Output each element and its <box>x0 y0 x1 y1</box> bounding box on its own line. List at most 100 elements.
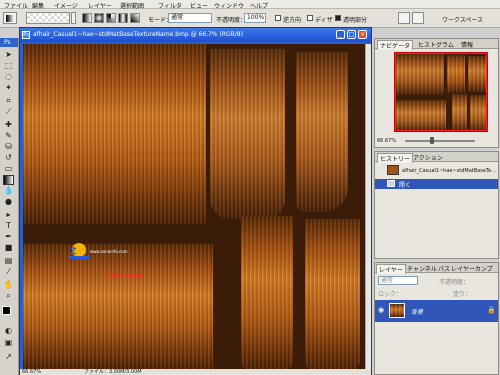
reflected-gradient-icon[interactable] <box>118 13 128 23</box>
transparency-label: 透明部分 <box>343 17 368 24</box>
zoom-tool-icon[interactable]: ⌕ <box>3 291 14 301</box>
dither-label: ディザ <box>315 17 333 24</box>
opacity-field[interactable]: 100% <box>244 13 266 23</box>
tool-preset-icon[interactable] <box>412 12 424 24</box>
linear-gradient-icon[interactable] <box>82 13 92 23</box>
shape-tool-icon[interactable]: ■ <box>3 243 14 253</box>
reverse-label: 逆方向 <box>283 17 302 24</box>
diamond-gradient-icon[interactable] <box>130 13 140 23</box>
layer-name: 背景 <box>411 309 424 316</box>
tab-channels[interactable]: チャンネル <box>405 264 439 273</box>
eye-icon[interactable]: ◉ <box>378 306 384 314</box>
gradient-tool-icon[interactable] <box>3 175 14 185</box>
layer-row-background[interactable]: ◉ 背景 🔒 <box>375 300 498 322</box>
zoone-logo: Z <box>69 243 89 259</box>
fill-label: 塗り： <box>453 291 472 298</box>
tab-history[interactable]: ヒストリー <box>377 153 414 163</box>
history-step-label: 開く <box>399 182 412 189</box>
hair-texture-bottom-mid <box>241 216 293 371</box>
tab-actions[interactable]: アクション <box>411 153 445 162</box>
crop-tool-icon[interactable]: ⌗ <box>3 96 14 106</box>
path-selection-tool-icon[interactable]: ▸ <box>3 210 14 220</box>
logo-url-text: www.zoneinfo.com <box>90 249 128 254</box>
history-tabs: ヒストリー アクション <box>375 152 498 163</box>
navigator-thumbnail[interactable] <box>394 52 488 132</box>
history-brush-tool-icon[interactable]: ↺ <box>3 153 14 163</box>
mode-select[interactable]: 通常 <box>168 13 212 23</box>
navigator-slider-thumb[interactable] <box>430 137 434 144</box>
screen-mode-icon[interactable]: ▣ <box>3 338 14 348</box>
dodge-tool-icon[interactable]: ● <box>3 197 14 207</box>
minimize-icon[interactable]: _ <box>336 30 345 39</box>
no-redistribution-text: No Redistribution <box>103 273 143 278</box>
status-bar: 66.67% ファイル：3.00M/3.00M <box>20 369 371 375</box>
tab-info[interactable]: 情報 <box>459 40 475 49</box>
options-bar: モード： 通常 不透明度： 100% 逆方向 ディザ 透明部分 ワークスペース <box>0 9 500 28</box>
hair-texture-top-right <box>296 52 348 212</box>
opacity-label: 不透明度： <box>216 17 247 24</box>
transparency-checkbox[interactable] <box>335 15 341 21</box>
navigator-zoom-slider[interactable] <box>405 140 475 142</box>
blend-mode-select[interactable]: 通常 <box>378 276 418 285</box>
history-snapshot-label[interactable]: afhair_Casual1~hae~stdMatBaseTe... <box>402 168 496 174</box>
close-icon[interactable]: × <box>358 30 367 39</box>
tab-layers[interactable]: レイヤー <box>376 264 406 274</box>
hair-texture-bottom-left <box>23 244 213 371</box>
reverse-checkbox[interactable] <box>275 15 281 21</box>
zoom-readout[interactable]: 66.67% <box>22 369 41 375</box>
brush-palette-icon[interactable] <box>398 12 410 24</box>
open-step-icon <box>387 180 395 187</box>
maximize-icon[interactable]: □ <box>347 30 356 39</box>
chevron-down-icon[interactable] <box>71 12 76 24</box>
toolbox: Ps ➤ ⬚ ◌ ✦ ⌗ ⟋ ✚ ✎ ⛁ ↺ ▭ 💧 ● ▸ T ✒ ■ ▤ ⁄… <box>0 38 19 375</box>
document-window: afhair_Casual1~hae~stdMatBaseTextureName… <box>19 27 372 375</box>
layers-panel: レイヤー チャンネル パス レイヤーカンプ 通常 不透明度： ロック： 塗り： … <box>374 262 499 375</box>
pen-tool-icon[interactable]: ✒ <box>3 232 14 242</box>
eyedropper-tool-icon[interactable]: ⁄ <box>3 267 14 277</box>
history-step-row[interactable]: 開く <box>375 179 498 189</box>
snapshot-thumbnail <box>387 165 399 175</box>
tab-layer-comps[interactable]: レイヤーカンプ <box>449 264 495 273</box>
brush-tool-icon[interactable]: ✎ <box>3 131 14 141</box>
navigator-zoom[interactable]: 66.67% <box>377 138 396 144</box>
dither-checkbox[interactable] <box>307 15 313 21</box>
lock-icon: 🔒 <box>487 306 496 314</box>
image-canvas[interactable]: Z www.zoneinfo.com No Redistribution <box>23 44 365 371</box>
hair-texture-top-left <box>23 44 206 224</box>
layers-tabs: レイヤー チャンネル パス レイヤーカンプ <box>375 263 498 274</box>
navigator-tabs: ナビゲータ ヒストグラム 情報 <box>375 39 498 50</box>
tab-navigator[interactable]: ナビゲータ <box>377 40 414 50</box>
foreground-color-swatch[interactable] <box>2 306 11 315</box>
gradient-preview[interactable] <box>26 12 70 24</box>
slice-tool-icon[interactable]: ⟋ <box>3 107 14 117</box>
jump-to-imageready-icon[interactable]: ↗ <box>3 352 14 362</box>
photoshop-logo-icon: Ps <box>0 38 18 47</box>
marquee-tool-icon[interactable]: ⬚ <box>3 61 14 71</box>
angle-gradient-icon[interactable] <box>106 13 116 23</box>
blur-tool-icon[interactable]: 💧 <box>3 186 14 196</box>
healing-brush-tool-icon[interactable]: ✚ <box>3 120 14 130</box>
menu-bar: ファイル 編集 イメージ レイヤー 選択範囲 フィルタ ビュー ウィンドウ ヘル… <box>0 0 500 10</box>
layer-opacity-label: 不透明度： <box>439 279 470 286</box>
file-size-info: ファイル：3.00M/3.00M <box>84 369 142 375</box>
vertical-scrollbar[interactable] <box>365 44 371 369</box>
document-icon: Ps <box>22 31 30 39</box>
tab-histogram[interactable]: ヒストグラム <box>416 40 456 49</box>
history-panel: ヒストリー アクション afhair_Casual1~hae~stdMatBas… <box>374 151 499 259</box>
hair-texture-bottom-right <box>305 219 360 371</box>
clone-stamp-tool-icon[interactable]: ⛁ <box>3 142 14 152</box>
hand-tool-icon[interactable]: ✋ <box>3 280 14 290</box>
layer-thumbnail <box>389 303 405 318</box>
radial-gradient-icon[interactable] <box>94 13 104 23</box>
lasso-tool-icon[interactable]: ◌ <box>3 72 14 82</box>
magic-wand-tool-icon[interactable]: ✦ <box>3 83 14 93</box>
svg-text:Z: Z <box>70 247 77 257</box>
move-tool-icon[interactable]: ➤ <box>3 50 14 60</box>
gradient-tool-icon[interactable] <box>3 12 17 24</box>
type-tool-icon[interactable]: T <box>3 221 14 231</box>
workspace-button[interactable]: ワークスペース <box>442 15 483 24</box>
eraser-tool-icon[interactable]: ▭ <box>3 164 14 174</box>
document-title[interactable]: afhair_Casual1~hae~stdMatBaseTextureName… <box>20 28 371 42</box>
notes-tool-icon[interactable]: ▤ <box>3 256 14 266</box>
quick-mask-icon[interactable]: ◐ <box>3 326 14 336</box>
